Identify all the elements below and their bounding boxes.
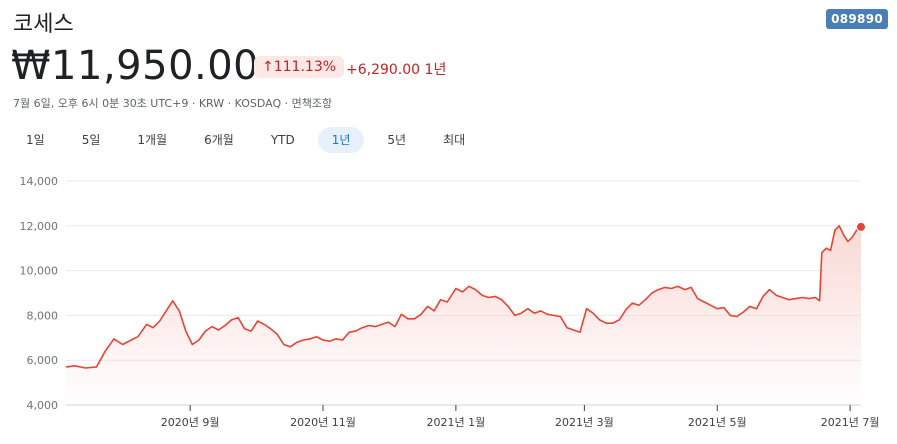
y-tick-label: 4,000 <box>27 399 59 412</box>
x-tick-label: 2021년 1월 <box>427 416 486 429</box>
x-tick-label: 2020년 9월 <box>161 416 220 429</box>
y-tick-label: 12,000 <box>20 220 59 233</box>
x-tick-label: 2021년 3월 <box>555 416 614 429</box>
x-tick-label: 2021년 7월 <box>821 416 880 429</box>
y-tick-label: 14,000 <box>20 175 59 188</box>
last-price-dot <box>856 221 866 232</box>
y-tick-label: 10,000 <box>20 265 59 278</box>
x-tick-label: 2020년 11월 <box>290 416 356 429</box>
y-tick-label: 8,000 <box>27 309 59 322</box>
x-tick-label: 2021년 5월 <box>688 416 747 429</box>
price-chart[interactable]: 4,000 6,000 8,000 10,000 12,000 14,000 2020년 … <box>0 0 897 444</box>
y-tick-label: 6,000 <box>27 354 59 367</box>
